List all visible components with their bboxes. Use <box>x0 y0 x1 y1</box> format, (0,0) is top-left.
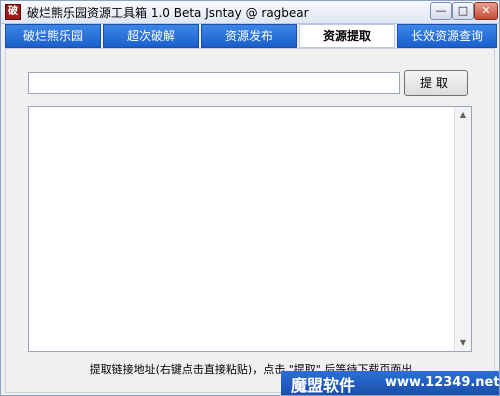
url-input[interactable] <box>28 72 400 94</box>
watermark-banner: 魔盟软件 www.12349.net <box>281 371 499 395</box>
app-icon: 破 <box>5 4 21 20</box>
scroll-up-icon[interactable]: ▲ <box>455 107 471 123</box>
app-window: 破 破烂熊乐园资源工具箱 1.0 Beta Jsntay @ ragbear —… <box>0 0 500 396</box>
extract-panel: 提取 ▲ ▼ 提取链接地址(右键点击直接粘贴)，点击 "提取" 后等待下载页面出 <box>5 48 495 393</box>
tab-super-crack[interactable]: 超次破解 <box>103 24 199 48</box>
fetch-button[interactable]: 提取 <box>404 70 468 96</box>
tab-resource-extract[interactable]: 资源提取 <box>299 24 395 48</box>
scroll-down-icon[interactable]: ▼ <box>455 335 471 351</box>
tab-bar: 破烂熊乐园 超次破解 资源发布 资源提取 长效资源查询 <box>5 24 497 48</box>
watermark-name: 魔盟软件 <box>291 376 356 395</box>
close-button[interactable]: ✕ <box>474 2 498 20</box>
tab-resource-publish[interactable]: 资源发布 <box>201 24 297 48</box>
maximize-button[interactable]: □ <box>452 2 474 20</box>
vertical-scrollbar[interactable]: ▲ ▼ <box>454 107 471 351</box>
minimize-button[interactable]: — <box>430 2 452 20</box>
watermark-url: www.12349.net <box>385 375 500 390</box>
tab-long-term-query[interactable]: 长效资源查询 <box>397 24 497 48</box>
result-textarea[interactable]: ▲ ▼ <box>28 106 472 352</box>
app-icon-glyph: 破 <box>8 6 18 17</box>
tab-pobear-park[interactable]: 破烂熊乐园 <box>5 24 101 48</box>
title-bar[interactable]: 破 破烂熊乐园资源工具箱 1.0 Beta Jsntay @ ragbear —… <box>1 1 499 24</box>
window-title: 破烂熊乐园资源工具箱 1.0 Beta Jsntay @ ragbear <box>27 6 309 20</box>
